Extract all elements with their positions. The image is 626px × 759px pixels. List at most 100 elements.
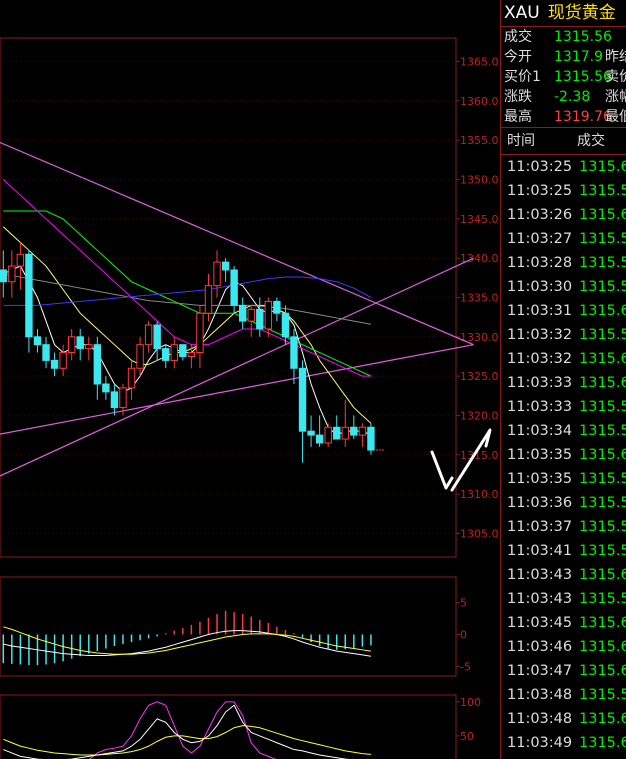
tick-row: 11:03:32 1315.5 <box>501 323 626 347</box>
kdj-panel: 100 50 <box>0 694 481 759</box>
candle-body <box>110 391 119 409</box>
price-tick-label: 1340.0 <box>460 252 499 265</box>
quote-sidebar: XAU现货黄金 成交1315.56今开1317.9昨结买价11315.56卖价涨… <box>500 0 626 759</box>
arrow-icon <box>430 450 454 490</box>
tick-price: 1315.6 <box>579 159 626 175</box>
tick-row: 11:03:33 1315.5 <box>501 395 626 419</box>
price-panel: 1365.0 1360.0 1355.0 1350.0 1345.0 1340.0 1335… <box>0 37 499 558</box>
tick-time: 11:03:43 <box>507 591 573 607</box>
candle-body <box>153 324 161 350</box>
candle-body <box>16 253 25 267</box>
tick-row: 11:03:43 1315.5 <box>501 587 626 611</box>
candle-body <box>281 312 290 338</box>
tick-price: 1315.6 <box>579 351 626 367</box>
tick-price: 1315.6 <box>579 615 626 631</box>
quote-row: 买价1 1315.56卖价 <box>501 67 626 87</box>
tick-price: 1315.5 <box>579 591 626 607</box>
tick-time: 11:03:46 <box>507 639 573 655</box>
candle-body <box>307 430 315 436</box>
quote-row: 最高 1319.76最低 <box>501 107 626 127</box>
candle-body <box>33 336 42 346</box>
tick-row: 11:03:32 1315.6 <box>501 347 626 371</box>
tick-list[interactable]: 11:03:25 1315.6 11:03:25 1315.5 11:03:26 1315… <box>501 155 626 759</box>
tick-row: 11:03:43 1315.6 <box>501 563 626 587</box>
candle-body <box>290 336 298 369</box>
tick-time: 11:03:48 <box>507 711 573 727</box>
tick-row: 11:03:25 1315.6 <box>501 155 626 179</box>
kdj-tick-label: 50 <box>460 730 474 743</box>
kdj-frame <box>0 694 457 759</box>
candle-body <box>0 269 7 283</box>
candle-body <box>93 344 102 385</box>
macd-frame <box>0 576 457 677</box>
trendline <box>0 344 474 435</box>
moving-average-line <box>3 273 372 325</box>
price-tick-label: 1365.0 <box>460 56 499 69</box>
candle-body <box>136 344 144 369</box>
price-tick-label: 1355.0 <box>460 134 499 147</box>
quote-value: 1319.76 <box>554 109 612 125</box>
candlestick-chart[interactable]: 1365.0 1360.0 1355.0 1350.0 1345.0 1340.0 1335… <box>0 0 500 759</box>
tick-time: 11:03:25 <box>507 159 573 175</box>
candle-body <box>247 308 255 322</box>
tick-time: 11:03:37 <box>507 519 573 535</box>
tick-price: 1315.5 <box>579 399 626 415</box>
price-tick-label: 1320.0 <box>460 409 499 422</box>
ticks-header: 时间 成交 <box>501 127 626 155</box>
tick-row: 11:03:25 1315.5 <box>501 179 626 203</box>
candle-body <box>85 344 93 350</box>
candle-body <box>298 367 307 432</box>
tick-row: 11:03:33 1315.6 <box>501 371 626 395</box>
tick-price: 1315.6 <box>579 375 626 391</box>
tick-row: 11:03:45 1315.6 <box>501 611 626 635</box>
tick-time: 11:03:30 <box>507 279 573 295</box>
tick-price: 1315.6 <box>579 735 626 751</box>
tick-row: 11:03:35 1315.5 <box>501 467 626 491</box>
candle-body <box>358 426 367 436</box>
tick-price: 1315.6 <box>579 567 626 583</box>
moving-average-line <box>3 210 372 377</box>
tick-price: 1315.5 <box>579 423 626 439</box>
quote-label: 最高 <box>504 109 532 125</box>
tick-time: 11:03:45 <box>507 615 573 631</box>
ticks-header-price: 成交 <box>577 133 605 149</box>
candle-body <box>119 387 127 409</box>
quote-label-2: 涨幅 <box>605 89 626 105</box>
tick-row: 11:03:28 1315.5 <box>501 251 626 275</box>
tick-price: 1315.5 <box>579 519 626 535</box>
ticks-header-time: 时间 <box>507 133 535 149</box>
tick-time: 11:03:41 <box>507 543 573 559</box>
tick-row: 11:03:35 1315.6 <box>501 443 626 467</box>
tick-time: 11:03:35 <box>507 471 573 487</box>
candle-body <box>144 324 153 346</box>
quote-label-2: 最低 <box>605 109 626 125</box>
candle-body <box>221 261 230 271</box>
tick-time: 11:03:28 <box>507 255 573 271</box>
tick-time: 11:03:34 <box>507 423 573 439</box>
candle-body <box>59 352 67 369</box>
tick-price: 1315.5 <box>579 231 626 247</box>
candle-body <box>50 359 59 369</box>
price-tick-label: 1305.0 <box>460 527 499 540</box>
price-tick-label: 1345.0 <box>460 213 499 226</box>
tick-price: 1315.6 <box>579 303 626 319</box>
macd-tick-label: 5 <box>460 597 467 610</box>
symbol-code: XAU <box>504 3 540 23</box>
quote-row: 涨跌 -2.38 涨幅 <box>501 87 626 107</box>
moving-average-line <box>2 226 372 424</box>
tick-time: 11:03:33 <box>507 399 573 415</box>
candle-body <box>230 269 238 306</box>
tick-row: 11:03:34 1315.5 <box>501 419 626 443</box>
symbol-name: 现货黄金 <box>547 3 616 23</box>
tick-time: 11:03:32 <box>507 327 573 343</box>
tick-price: 1315.6 <box>579 711 626 727</box>
tick-time: 11:03:32 <box>507 351 573 367</box>
quote-label-2: 昨结 <box>605 49 626 65</box>
candle-body <box>273 300 281 314</box>
price-tick-label: 1335.0 <box>460 292 499 305</box>
tick-price: 1315.6 <box>579 663 626 679</box>
quote-label-2: 卖价 <box>605 69 626 85</box>
tick-time: 11:03:31 <box>507 303 573 319</box>
candle-body <box>238 304 247 322</box>
tick-price: 1315.5 <box>579 543 626 559</box>
